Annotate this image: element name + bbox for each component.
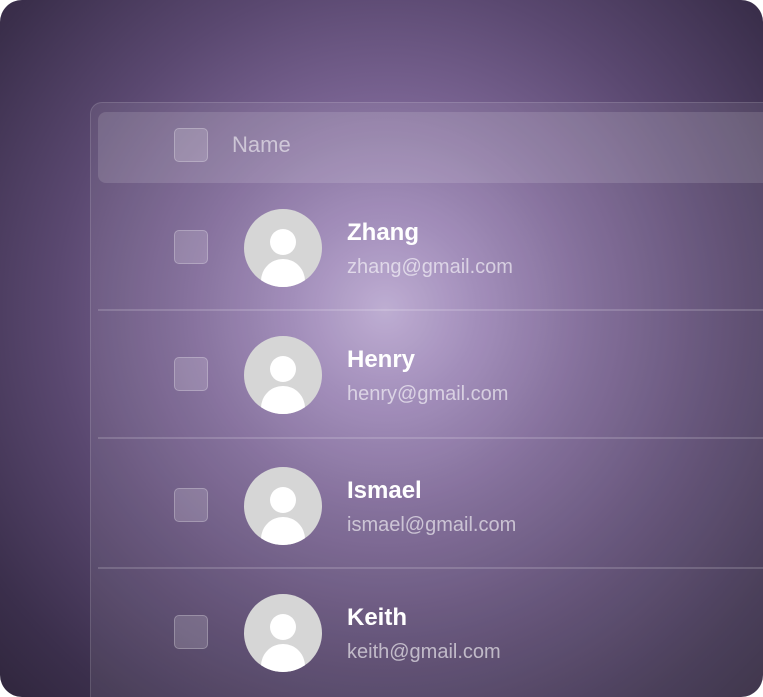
user-email: henry@gmail.com bbox=[347, 383, 509, 405]
avatar-body-shape bbox=[261, 517, 305, 545]
user-email: keith@gmail.com bbox=[347, 641, 501, 663]
row-divider bbox=[98, 567, 763, 569]
user-email: zhang@gmail.com bbox=[347, 256, 513, 278]
avatar-head-shape bbox=[270, 487, 296, 513]
user-name: Ismael bbox=[347, 477, 422, 504]
avatar-icon bbox=[244, 594, 322, 672]
avatar-body-shape bbox=[261, 644, 305, 672]
avatar-head-shape bbox=[270, 229, 296, 255]
user-name: Zhang bbox=[347, 219, 419, 246]
row-checkbox-keith[interactable] bbox=[174, 615, 208, 649]
avatar-head-shape bbox=[270, 614, 296, 640]
user-name: Henry bbox=[347, 346, 416, 373]
user-name: Keith bbox=[347, 604, 407, 631]
avatar-icon bbox=[244, 467, 322, 545]
row-divider bbox=[98, 309, 763, 311]
avatar-icon bbox=[244, 209, 322, 287]
row-checkbox-henry[interactable] bbox=[174, 357, 208, 391]
row-divider bbox=[98, 437, 763, 439]
row-checkbox-ismael[interactable] bbox=[174, 488, 208, 522]
avatar-body-shape bbox=[261, 386, 305, 414]
avatar-icon bbox=[244, 336, 322, 414]
app-frame: Name Zhang zhang@gmail.com Henry henry@g… bbox=[0, 0, 763, 697]
select-all-checkbox[interactable] bbox=[174, 128, 208, 162]
avatar-head-shape bbox=[270, 356, 296, 382]
user-email: ismael@gmail.com bbox=[347, 514, 517, 536]
avatar-body-shape bbox=[261, 259, 305, 287]
column-header-name[interactable]: Name bbox=[232, 132, 291, 158]
row-checkbox-zhang[interactable] bbox=[174, 230, 208, 264]
